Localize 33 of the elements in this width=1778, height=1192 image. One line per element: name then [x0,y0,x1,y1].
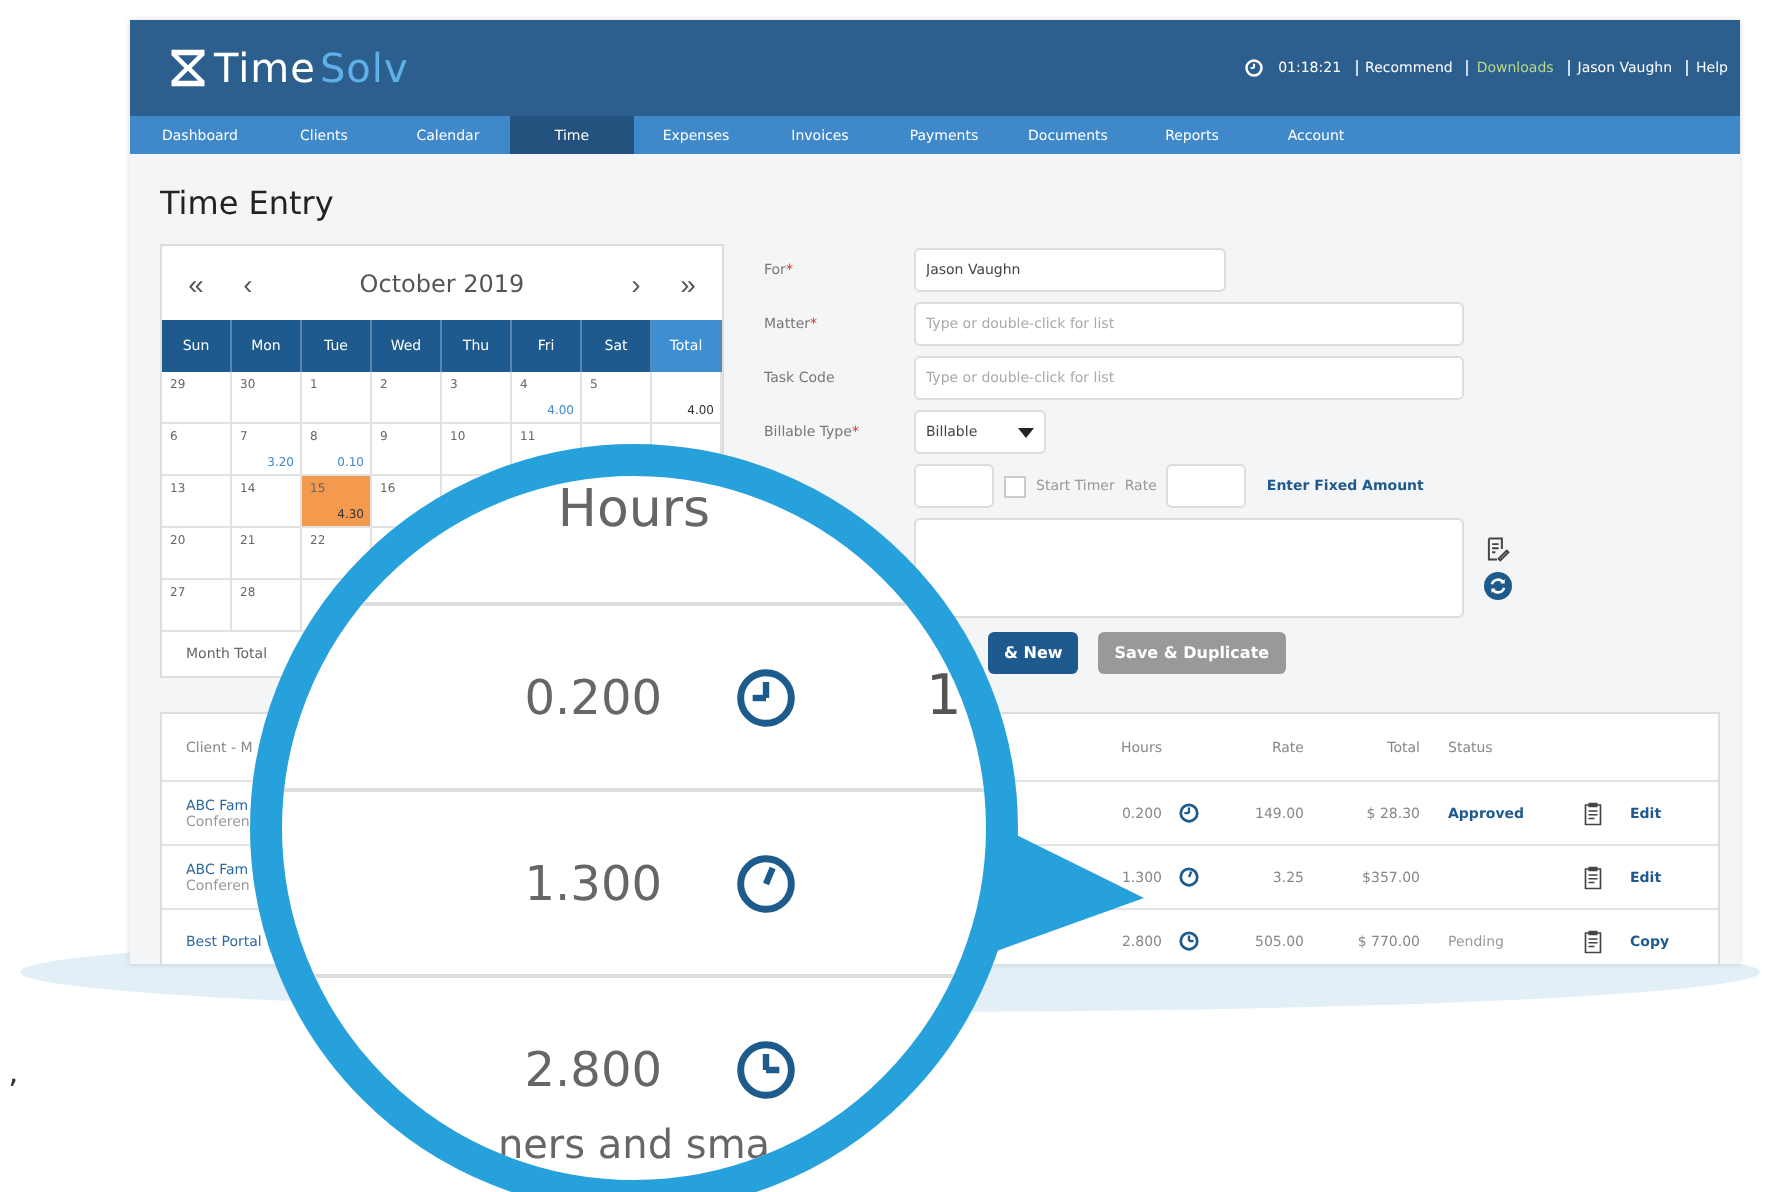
document-icon[interactable] [1584,865,1602,889]
magnified-caption: ners and sma [497,1120,771,1168]
page-title: Time Entry [160,184,336,226]
magnified-hours: 1.300 [522,856,662,912]
month-title: October 2019 [357,269,527,297]
clock-icon[interactable] [1178,866,1200,888]
clock-icon [734,852,798,916]
hours-field[interactable] [914,464,994,508]
checkbox[interactable] [1004,475,1026,497]
next-month-button[interactable]: › [614,267,658,299]
refresh-icon[interactable] [1484,572,1512,600]
prev-year-button[interactable]: « [174,267,218,299]
logo-text: Solv [319,44,409,92]
logo-text: Time [214,44,316,92]
magnified-hours: 0.200 [522,670,662,726]
document-icon[interactable] [1584,929,1602,953]
apostrophe: ’ [8,1072,19,1110]
notes-field[interactable] [914,518,1464,618]
rate-field[interactable] [1166,464,1247,508]
magnified-digit: 1 [926,662,962,728]
clock-icon[interactable] [1178,930,1200,952]
hourglass-logo-icon [166,46,210,90]
next-year-button[interactable]: » [666,267,710,299]
magnified-heading: Hours [557,480,711,540]
document-icon[interactable] [1584,801,1602,825]
clock-icon [1244,58,1265,78]
note-edit-icon[interactable] [1484,536,1510,562]
clock-icon [734,666,798,730]
magnified-hours: 2.800 [522,1042,662,1098]
action-button[interactable]: & New [988,632,1079,674]
prev-month-button[interactable]: ‹ [226,267,270,299]
clock-icon [734,1038,798,1102]
clock-icon[interactable] [1178,802,1200,824]
